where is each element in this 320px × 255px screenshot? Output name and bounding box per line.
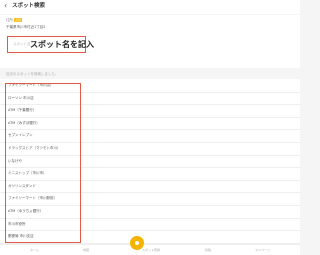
tab-map[interactable]: 地図: [83, 248, 89, 252]
result-list-highlight: [5, 83, 81, 243]
spot-name-placeholder: スポット名: [13, 42, 31, 46]
spot-name-input[interactable]: スポット名 スポット名を記入: [7, 36, 94, 53]
bottom-nav: ホーム 地図 スポット登録 投稿 マイページ: [0, 244, 300, 255]
back-arrow-icon[interactable]: ‹: [4, 1, 7, 11]
address-value: 千葉県市川市付近1丁目2: [6, 25, 46, 29]
result-count-label: 近辺のスポットを検索しました。: [6, 72, 59, 76]
tab-mypage[interactable]: マイページ: [255, 248, 270, 252]
tab-home[interactable]: ホーム: [30, 248, 39, 252]
page-title: スポット検索: [12, 3, 46, 9]
tab-post[interactable]: 投稿: [205, 248, 211, 252]
tab-spot-register[interactable]: スポット登録: [142, 248, 160, 252]
address-label: 住所: [6, 18, 13, 22]
spot-name-annotation: スポット名を記入: [30, 40, 94, 49]
center-action-button[interactable]: [130, 236, 144, 250]
required-badge: 必須: [14, 18, 23, 22]
spot-form: 住所 必須 千葉県市川市付近1丁目2 スポット名 スポット名を記入: [0, 15, 300, 68]
fab-dot-icon: [135, 241, 139, 245]
header-bar: ‹ スポット検索: [0, 0, 300, 14]
